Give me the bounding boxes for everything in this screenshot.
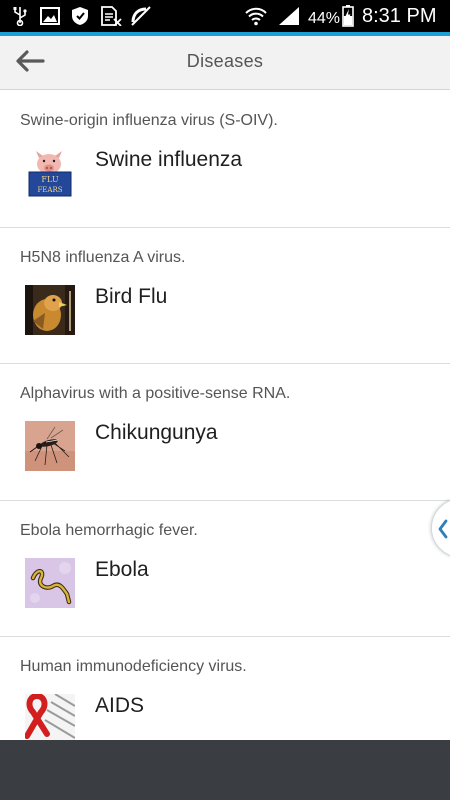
item-description: Human immunodeficiency virus. (20, 658, 247, 675)
list-item-chikungunya[interactable]: Alphavirus with a positive-sense RNA. Ch… (0, 364, 450, 501)
item-description: Ebola hemorrhagic fever. (20, 521, 198, 539)
status-bar: 44% 8:31 PM (0, 0, 450, 32)
item-title: Bird Flu (95, 284, 168, 308)
bottom-bar (0, 740, 450, 800)
app-bar: Diseases (0, 36, 450, 90)
item-description: Swine-origin influenza virus (S-OIV). (20, 112, 278, 129)
item-title: Chikungunya (95, 421, 218, 444)
signal-icon (278, 6, 300, 26)
disease-list: Swine-origin influenza virus (S-OIV). FL… (0, 91, 450, 740)
pig-thumbnail: FLU FEARS (25, 148, 75, 198)
item-description: H5N8 influenza A virus. (20, 248, 186, 266)
wifi-icon (244, 6, 268, 26)
chevron-left-icon (438, 519, 448, 539)
list-item-swine-influenza[interactable]: Swine-origin influenza virus (S-OIV). FL… (0, 91, 450, 228)
battery-charging-icon (341, 5, 355, 27)
ribbon-thumbnail (25, 694, 75, 740)
svg-text:FLU: FLU (41, 175, 58, 184)
no-call-icon (130, 6, 152, 26)
shield-icon (70, 6, 90, 26)
battery-percent: 44% (308, 10, 341, 27)
svg-text:FEARS: FEARS (37, 186, 62, 194)
sim-card-icon (100, 6, 122, 26)
item-title: Swine influenza (95, 148, 243, 171)
list-item-ebola[interactable]: Ebola hemorrhagic fever. Ebola (0, 501, 450, 637)
list-item-bird-flu[interactable]: H5N8 influenza A virus. Bird Flu (0, 228, 450, 364)
item-title: Ebola (95, 557, 149, 581)
page-title: Diseases (186, 51, 264, 71)
list-item-aids[interactable]: Human immunodeficiency virus. AIDS (0, 637, 450, 740)
item-description: Alphavirus with a positive-sense RNA. (20, 385, 291, 402)
usb-icon (12, 6, 28, 26)
virus-thumbnail (25, 557, 75, 608)
image-icon (40, 6, 60, 26)
bird-thumbnail (25, 284, 75, 335)
mosquito-thumbnail (25, 421, 75, 471)
item-title: AIDS (95, 694, 145, 717)
clock: 8:31 PM (362, 5, 437, 27)
